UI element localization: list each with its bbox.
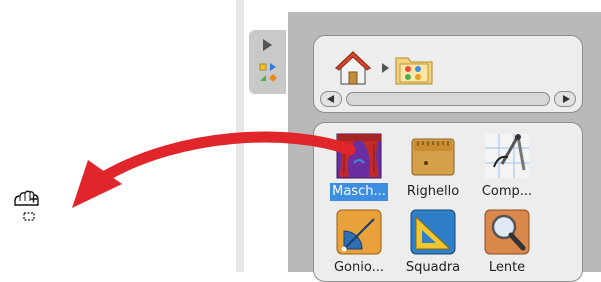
tool-item-ruler[interactable]: Righello xyxy=(398,133,468,205)
protractor-icon xyxy=(336,209,382,255)
tool-label: Righello xyxy=(406,184,460,199)
folder-navigation xyxy=(313,35,583,113)
tool-label: Masch... xyxy=(330,183,388,201)
tools-grid: Masch... Righello Comp... Gonio... Squad… xyxy=(313,122,583,282)
tool-label: Comp... xyxy=(481,184,533,199)
tools-folder-icon[interactable] xyxy=(394,50,434,86)
collapse-arrow-icon xyxy=(263,39,272,51)
tool-item-protractor[interactable]: Gonio... xyxy=(324,209,394,281)
panel-divider[interactable] xyxy=(236,0,244,272)
shapes-mini-icon xyxy=(259,63,277,82)
tool-item-compass[interactable]: Comp... xyxy=(472,133,542,205)
scroll-right-icon xyxy=(563,95,570,103)
scroll-left-button[interactable] xyxy=(320,91,342,107)
ruler-icon xyxy=(411,138,455,176)
tool-item-curtain[interactable]: Masch... xyxy=(324,133,394,205)
toolbox-collapse-handle[interactable] xyxy=(249,30,286,94)
compass-icon xyxy=(485,134,529,178)
grab-hand-cursor-icon xyxy=(14,190,39,221)
home-icon[interactable] xyxy=(334,50,372,86)
theater-curtain-icon xyxy=(336,133,382,179)
scrollbar-thumb[interactable] xyxy=(346,92,550,106)
breadcrumb-arrow-icon xyxy=(382,63,389,73)
magnifier-icon xyxy=(484,209,530,255)
tool-item-set-square[interactable]: Squadra xyxy=(398,209,468,281)
set-square-icon xyxy=(410,209,456,255)
board-canvas[interactable] xyxy=(0,0,236,272)
tool-label: Squadra xyxy=(405,260,461,275)
navigation-scrollbar[interactable] xyxy=(320,91,576,107)
tool-label: Gonio... xyxy=(333,260,384,275)
scroll-left-icon xyxy=(327,95,334,103)
tool-item-magnifier[interactable]: Lente xyxy=(472,209,542,281)
tool-label: Lente xyxy=(488,260,526,275)
scroll-right-button[interactable] xyxy=(554,91,576,107)
